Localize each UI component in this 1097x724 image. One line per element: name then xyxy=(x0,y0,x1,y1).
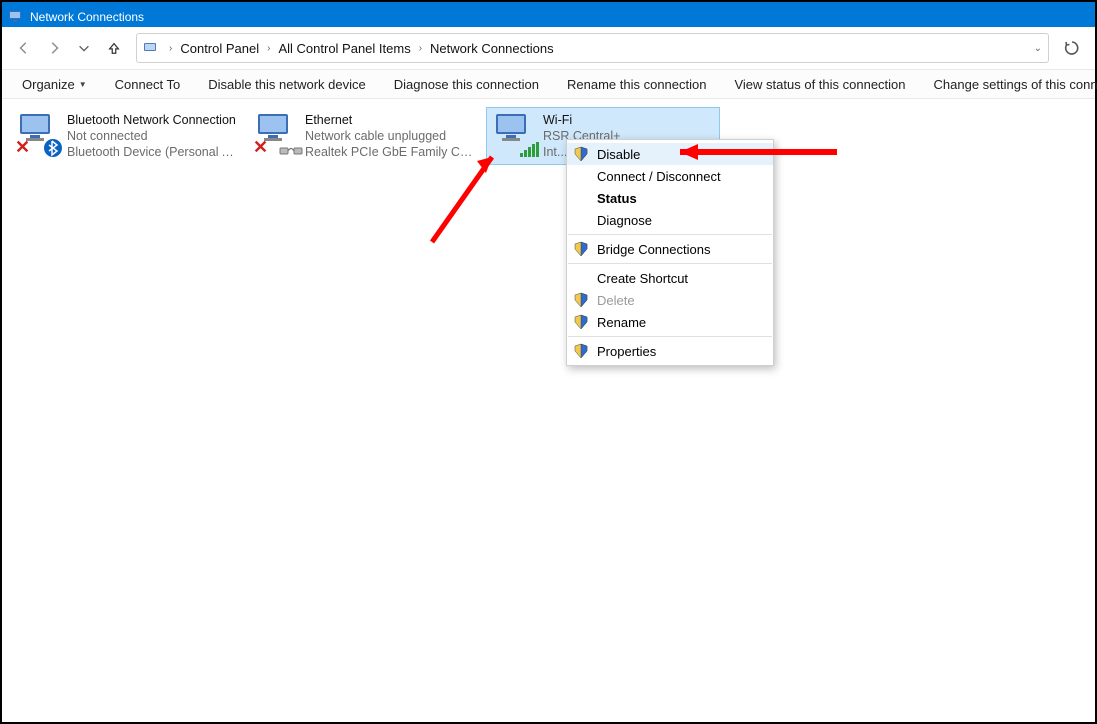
ctx-label: Bridge Connections xyxy=(597,242,710,257)
ctx-separator xyxy=(568,336,772,337)
ctx-delete: Delete xyxy=(567,289,773,311)
shield-icon xyxy=(573,292,589,308)
ctx-label: Properties xyxy=(597,344,656,359)
ctx-label: Rename xyxy=(597,315,646,330)
diagnose-button[interactable]: Diagnose this connection xyxy=(380,70,553,98)
error-x-icon: ✕ xyxy=(15,137,30,158)
ctx-bridge[interactable]: Bridge Connections xyxy=(567,238,773,260)
titlebar: Network Connections xyxy=(2,7,1095,27)
change-settings-button[interactable]: Change settings of this connection xyxy=(920,70,1097,98)
shield-icon xyxy=(573,146,589,162)
bluetooth-icon xyxy=(43,138,63,158)
breadcrumb-item[interactable]: Network Connections xyxy=(426,41,558,56)
shield-icon xyxy=(573,241,589,257)
breadcrumb-sep-icon: › xyxy=(165,43,176,54)
rename-button[interactable]: Rename this connection xyxy=(553,70,720,98)
window: Network Connections › Control Panel › Al… xyxy=(0,0,1097,724)
up-button[interactable] xyxy=(100,34,128,62)
address-bar[interactable]: › Control Panel › All Control Panel Item… xyxy=(136,33,1049,63)
connection-device: Bluetooth Device (Personal Area ... xyxy=(67,144,241,160)
context-menu: Disable Connect / Disconnect Status Diag… xyxy=(566,139,774,366)
ctx-label: Status xyxy=(597,191,637,206)
location-icon xyxy=(143,40,159,56)
connection-device: Realtek PCIe GbE Family Controller xyxy=(305,144,479,160)
bluetooth-connection-icon: ✕ xyxy=(17,112,61,156)
connection-status: Network cable unplugged xyxy=(305,128,479,144)
connection-name: Bluetooth Network Connection xyxy=(67,112,241,128)
ctx-separator xyxy=(568,263,772,264)
wifi-signal-icon xyxy=(519,142,541,158)
ethernet-cable-icon xyxy=(279,144,303,158)
connection-name: Ethernet xyxy=(305,112,479,128)
breadcrumb-sep-icon: › xyxy=(263,43,274,54)
breadcrumb-item[interactable]: Control Panel xyxy=(176,41,263,56)
breadcrumb-sep-icon: › xyxy=(415,43,426,54)
shield-icon xyxy=(573,314,589,330)
ctx-rename[interactable]: Rename xyxy=(567,311,773,333)
breadcrumb-item[interactable]: All Control Panel Items xyxy=(274,41,414,56)
disable-device-button[interactable]: Disable this network device xyxy=(194,70,380,98)
ctx-create-shortcut[interactable]: Create Shortcut xyxy=(567,267,773,289)
ctx-label: Connect / Disconnect xyxy=(597,169,721,184)
ctx-connect[interactable]: Connect / Disconnect xyxy=(567,165,773,187)
content-area: ✕ Bluetooth Network Connection Not conne… xyxy=(2,99,1095,173)
ctx-label: Diagnose xyxy=(597,213,652,228)
refresh-button[interactable] xyxy=(1057,33,1087,63)
chevron-down-icon: ▼ xyxy=(79,80,87,89)
app-icon xyxy=(8,9,24,25)
view-status-button[interactable]: View status of this connection xyxy=(720,70,919,98)
connect-to-button[interactable]: Connect To xyxy=(101,70,195,98)
history-dropdown[interactable] xyxy=(70,34,98,62)
ctx-label: Disable xyxy=(597,147,640,162)
ctx-separator xyxy=(568,234,772,235)
ctx-disable[interactable]: Disable xyxy=(567,143,773,165)
wifi-connection-icon xyxy=(493,112,537,156)
ctx-properties[interactable]: Properties xyxy=(567,340,773,362)
ctx-status[interactable]: Status xyxy=(567,187,773,209)
ctx-label: Create Shortcut xyxy=(597,271,688,286)
connection-name: Wi-Fi xyxy=(543,112,620,128)
connection-item-ethernet[interactable]: ✕ Ethernet Network cable unplugged Realt… xyxy=(248,107,486,165)
back-button[interactable] xyxy=(10,34,38,62)
ctx-diagnose[interactable]: Diagnose xyxy=(567,209,773,231)
ctx-label: Delete xyxy=(597,293,635,308)
organize-label: Organize xyxy=(22,77,75,92)
window-title: Network Connections xyxy=(30,10,144,24)
ethernet-connection-icon: ✕ xyxy=(255,112,299,156)
forward-button[interactable] xyxy=(40,34,68,62)
nav-row: › Control Panel › All Control Panel Item… xyxy=(2,27,1095,69)
shield-icon xyxy=(573,343,589,359)
command-bar: Organize ▼ Connect To Disable this networ… xyxy=(2,69,1095,99)
organize-menu[interactable]: Organize ▼ xyxy=(8,70,101,98)
error-x-icon: ✕ xyxy=(253,137,268,158)
connection-status: Not connected xyxy=(67,128,241,144)
address-dropdown-icon[interactable]: ⌄ xyxy=(1034,43,1042,54)
connection-item-bluetooth[interactable]: ✕ Bluetooth Network Connection Not conne… xyxy=(10,107,248,165)
